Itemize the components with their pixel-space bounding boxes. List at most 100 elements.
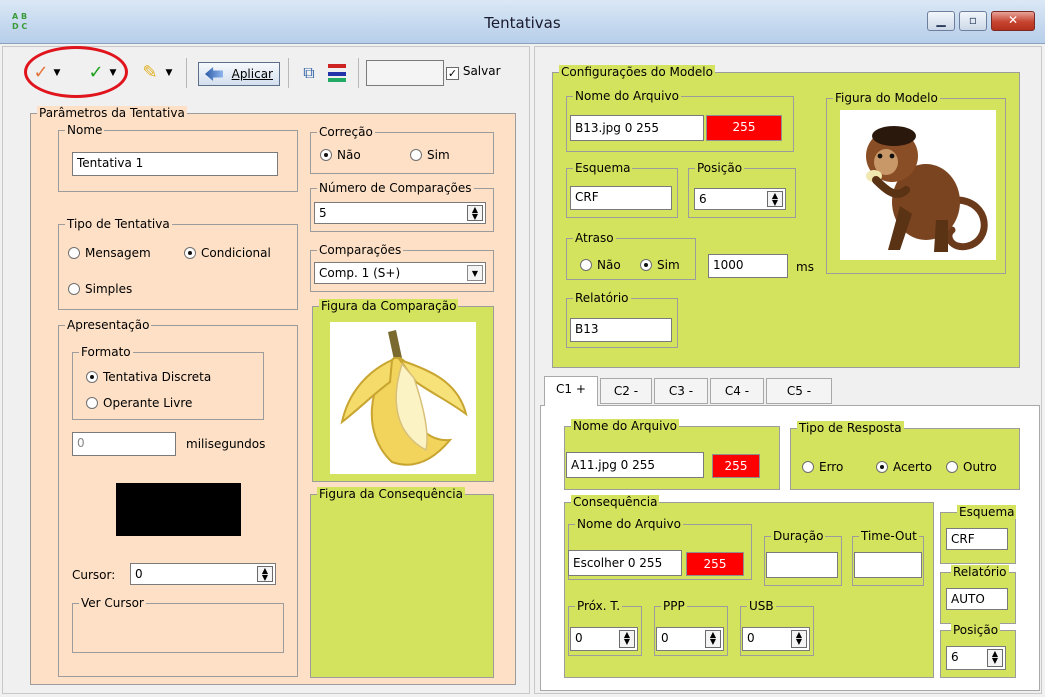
consequence-file-input[interactable]: Escolher 0 255 [568,550,682,576]
tab-c5[interactable]: C5 - [766,378,832,404]
timeout-input[interactable] [854,552,922,578]
num-comparisons-legend: Número de Comparações [317,181,474,195]
highlight-circle [24,46,128,98]
cursor-stepper[interactable]: 0 ▲ ▼ [130,563,276,585]
radio-off-icon [68,247,80,259]
consequence-figure-legend: Figura da Consequência [317,487,465,501]
model-report-input[interactable]: B13 [570,318,672,342]
chevron-down-icon[interactable]: ▼ [467,265,483,281]
comp-position-stepper[interactable]: 6 ▲ ▼ [946,646,1006,670]
duration-input[interactable] [766,552,838,578]
consequence-color-field[interactable]: 255 [686,552,744,576]
comparisons-select[interactable]: Comp. 1 (S+) ▼ [314,262,486,284]
toolbar-field[interactable] [366,60,444,86]
delay-yes-radio[interactable]: Sim [640,258,680,272]
consequence-figure-group: Figura da Consequência [310,487,494,678]
window-title: Tentativas [484,14,561,32]
response-other-radio[interactable]: Outro [946,460,997,474]
model-file-input[interactable]: B13.jpg 0 255 [570,115,704,141]
trial-type-legend: Tipo de Tentativa [65,217,172,231]
model-color-field[interactable]: 255 [706,115,782,141]
model-scheme-input[interactable]: CRF [570,186,672,210]
model-figure-legend: Figura do Modelo [833,91,940,105]
spin-icon[interactable]: ▲ ▼ [987,649,1003,667]
ppp-stepper[interactable]: 0 ▲ ▼ [656,627,724,651]
delay-no-label: Não [597,258,621,272]
delay-no-radio[interactable]: Não [580,258,621,272]
save-checkbox[interactable]: ✓ Salvar [446,64,501,80]
close-button[interactable]: ✕ [991,11,1035,31]
tab-c2[interactable]: C2 - [600,378,652,404]
model-position-stepper[interactable]: 6 ▲ ▼ [694,188,786,210]
correction-yes-radio[interactable]: Sim [410,148,450,162]
response-correct-radio[interactable]: Acerto [876,460,932,474]
model-report-legend: Relatório [573,291,631,305]
comp-file-input[interactable]: A11.jpg 0 255 [566,452,704,478]
radio-off-icon [946,461,958,473]
response-error-radio[interactable]: Erro [802,460,843,474]
milliseconds-input[interactable]: 0 [72,432,176,456]
comp-position-value: 6 [951,650,959,664]
toolbar-separator [186,58,187,88]
color-preview[interactable] [116,483,241,536]
spin-icon[interactable]: ▲ ▼ [257,566,273,582]
radio-on-icon [640,259,652,271]
comp-scheme-legend: Esquema [957,505,1017,519]
tab-c4[interactable]: C4 - [710,378,764,404]
trial-type-conditional-radio[interactable]: Condicional [184,246,271,260]
view-cursor-legend: Ver Cursor [79,596,146,610]
radio-off-icon [410,149,422,161]
comp-scheme-input[interactable]: CRF [946,528,1008,550]
delay-unit-label: ms [796,260,814,274]
radio-off-icon [580,259,592,271]
delay-input[interactable]: 1000 [708,254,788,278]
comp-color-field[interactable]: 255 [712,454,760,478]
spin-icon[interactable]: ▲ ▼ [791,630,807,648]
format-discrete-radio[interactable]: Tentativa Discreta [86,370,211,384]
correction-no-radio[interactable]: Não [320,148,361,162]
spin-icon[interactable]: ▲ ▼ [767,191,783,207]
num-comparisons-stepper[interactable]: 5 ▲ ▼ [314,202,486,224]
apply-arrow-icon [205,67,223,81]
response-correct-label: Acerto [893,460,932,474]
next-trial-stepper[interactable]: 0 ▲ ▼ [570,627,638,651]
model-legend: Configurações do Modelo [559,65,715,79]
apply-button[interactable]: Aplicar [198,62,280,86]
tab-c3[interactable]: C3 - [654,378,708,404]
model-scheme-legend: Esquema [573,161,633,175]
presentation-legend: Apresentação [65,318,152,332]
radio-on-icon [876,461,888,473]
next-trial-legend: Próx. T. [575,599,623,613]
bars-icon[interactable] [326,60,348,86]
spin-icon[interactable]: ▲ ▼ [619,630,635,648]
banana-image [330,322,476,474]
usb-stepper[interactable]: 0 ▲ ▼ [742,627,810,651]
trial-type-message-radio[interactable]: Mensagem [68,246,151,260]
name-input[interactable]: Tentativa 1 [72,152,278,176]
format-legend: Formato [79,345,133,359]
timeout-legend: Time-Out [859,529,919,543]
name-legend: Nome [65,123,105,137]
pencil-icon[interactable]: ✎ [138,60,162,86]
monkey-image [840,110,996,260]
format-free-radio[interactable]: Operante Livre [86,396,192,410]
maximize-button[interactable]: ▫ [959,11,987,31]
response-other-label: Outro [963,460,997,474]
comp-report-input[interactable]: AUTO [946,588,1008,610]
minimize-button[interactable]: ▁ [927,11,955,31]
spin-icon[interactable]: ▲ ▼ [705,630,721,648]
spin-icon[interactable]: ▲ ▼ [467,205,483,221]
response-legend: Tipo de Resposta [797,421,904,435]
consequence-legend: Consequência [571,495,660,509]
trial-type-group: Tipo de Tentativa [58,217,298,310]
radio-off-icon [68,283,80,295]
check-icon: ✓ [446,67,459,80]
save-label: Salvar [462,64,501,78]
windows-icon[interactable]: ⧉ [298,60,320,86]
comparison-figure-legend: Figura da Comparação [319,299,459,313]
trial-type-simple-radio[interactable]: Simples [68,282,132,296]
correction-yes-label: Sim [427,148,450,162]
trial-type-simple-label: Simples [85,282,133,296]
chevron-down-icon[interactable]: ▼ [162,60,176,86]
tab-c1[interactable]: C1 + [544,376,598,406]
